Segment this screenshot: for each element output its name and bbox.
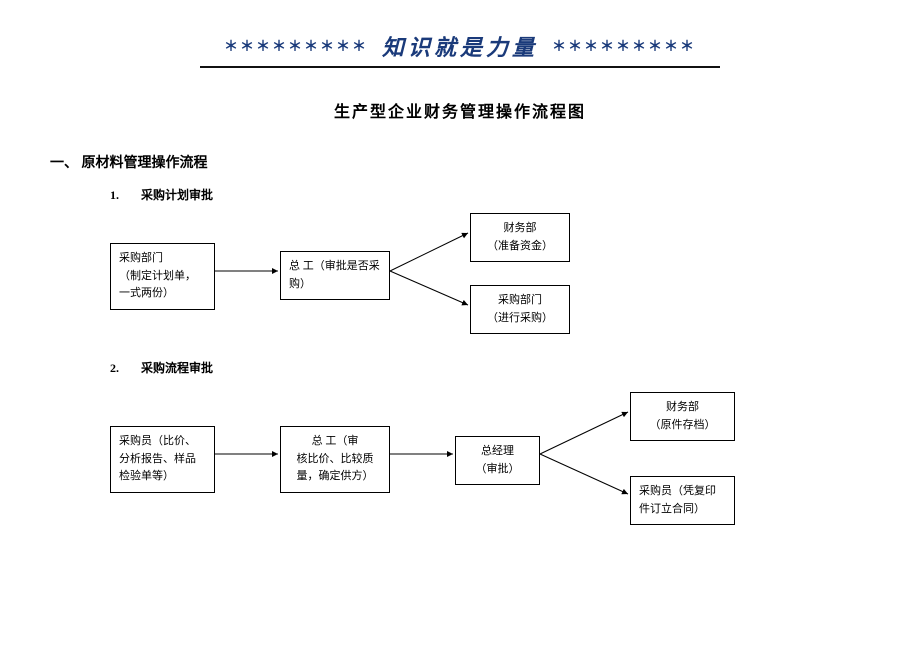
box-line: 核比价、比较质	[297, 453, 374, 465]
sub-number: 2.	[110, 361, 138, 376]
header-underline	[200, 66, 720, 68]
box-line: 采购部门	[498, 294, 542, 306]
box-line: 总 工（审	[312, 435, 359, 447]
box-line: （制定计划单，	[119, 270, 196, 282]
sub-heading-2: 2. 采购流程审批	[110, 359, 900, 376]
flow-box-finance: 财务部 （准备资金）	[470, 213, 570, 262]
sub-number: 1.	[110, 188, 138, 203]
flow-box-purchaser: 采购员（比价、 分析报告、样品 检验单等）	[110, 426, 215, 493]
flow-box-chief-engineer-2: 总 工（审 核比价、比较质 量，确定供方）	[280, 426, 390, 493]
section-heading-1: 一、 原材料管理操作流程	[50, 152, 900, 172]
stars-left: ＊＊＊＊＊＊＊＊＊	[224, 36, 368, 56]
flow-box-purchasing-exec: 采购部门 （进行采购）	[470, 285, 570, 334]
box-line: 件订立合同）	[639, 503, 705, 515]
box-line: 分析报告、样品	[119, 453, 196, 465]
header-line: ＊＊＊＊＊＊＊＊＊ 知识就是力量 ＊＊＊＊＊＊＊＊＊	[224, 30, 696, 62]
box-line: 采购员（比价、	[119, 435, 196, 447]
sub-title: 采购计划审批	[141, 188, 213, 202]
stars-right: ＊＊＊＊＊＊＊＊＊	[552, 36, 696, 56]
box-line: 总 工（审批是否采购）	[289, 260, 380, 290]
header-title: 知识就是力量	[382, 30, 538, 62]
diagram-2: 采购员（比价、 分析报告、样品 检验单等） 总 工（审 核比价、比较质 量，确定…	[110, 386, 830, 526]
sub-title: 采购流程审批	[141, 361, 213, 375]
box-line: 检验单等）	[119, 470, 174, 482]
section-number: 一、	[50, 156, 78, 171]
sub-heading-1: 1. 采购计划审批	[110, 186, 900, 203]
flow-box-chief-engineer: 总 工（审批是否采购）	[280, 251, 390, 300]
page-header: ＊＊＊＊＊＊＊＊＊ 知识就是力量 ＊＊＊＊＊＊＊＊＊	[20, 30, 900, 68]
flow-box-purchaser-contract: 采购员（凭复印 件订立合同）	[630, 476, 735, 525]
section-title: 原材料管理操作流程	[82, 156, 208, 171]
box-line: （准备资金）	[487, 240, 553, 252]
flow-box-finance-2: 财务部 （原件存档）	[630, 392, 735, 441]
box-line: （原件存档）	[650, 419, 716, 431]
box-line: 财务部	[504, 222, 537, 234]
box-line: 量，确定供方）	[297, 470, 374, 482]
box-line: 总经理	[481, 445, 514, 457]
box-line: （进行采购）	[487, 312, 553, 324]
box-line: 采购员（凭复印	[639, 485, 716, 497]
box-line: 采购部门	[119, 252, 163, 264]
flow-box-gm: 总经理 （审批）	[455, 436, 540, 485]
flow-box-purchasing-dept: 采购部门 （制定计划单， 一式两份）	[110, 243, 215, 310]
document-title: 生产型企业财务管理操作流程图	[20, 98, 900, 122]
box-line: 一式两份）	[119, 287, 174, 299]
diagram-1: 采购部门 （制定计划单， 一式两份） 总 工（审批是否采购） 财务部 （准备资金…	[110, 213, 830, 333]
box-line: 财务部	[666, 401, 699, 413]
box-line: （审批）	[476, 463, 520, 475]
